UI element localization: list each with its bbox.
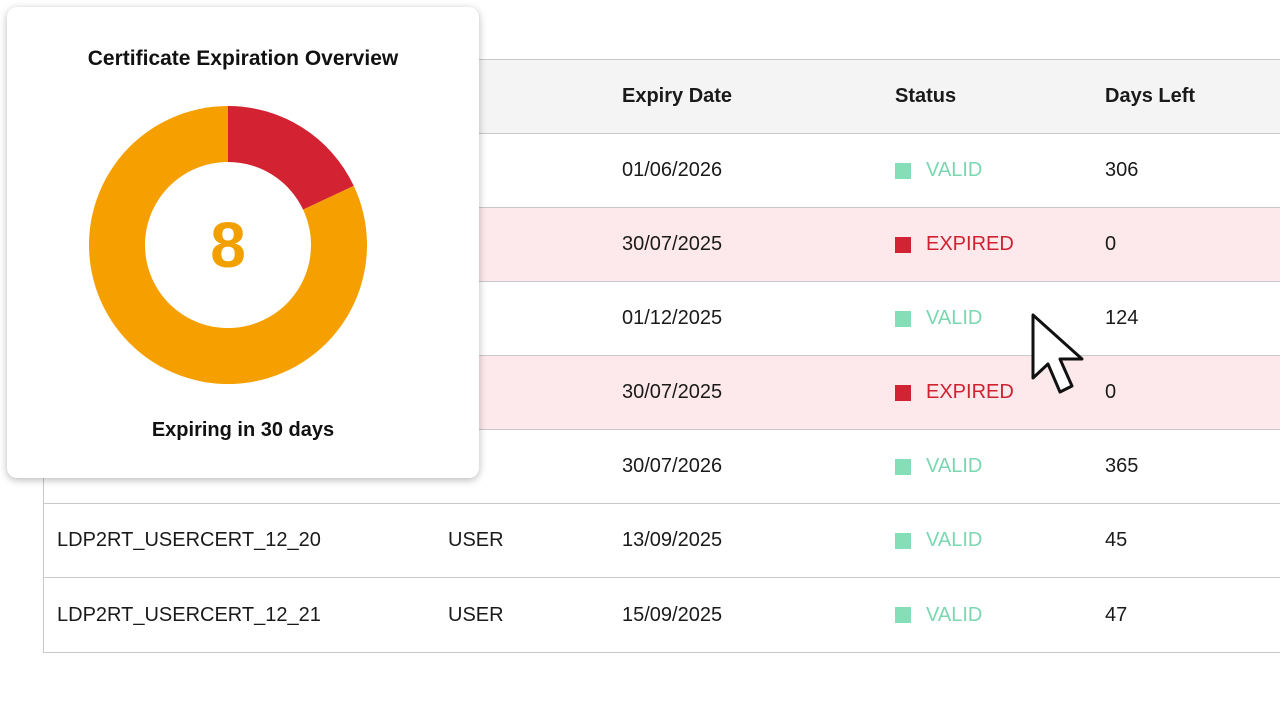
cert-expiry-date: 01/12/2025: [622, 307, 723, 329]
status-badge: VALID: [895, 504, 982, 577]
status-label: VALID: [926, 307, 983, 329]
status-badge: EXPIRED: [895, 356, 1014, 429]
status-square-icon: [895, 532, 911, 549]
cert-expiry-date: 13/09/2025: [622, 529, 723, 551]
table-row[interactable]: LDP2RT_USERCERT_12_21 USER 15/09/2025 47 VAL…: [44, 578, 1280, 652]
status-square-icon: [895, 458, 911, 475]
status-square-icon: [895, 310, 911, 327]
cert-days-left: 47: [1105, 603, 1128, 626]
certificate-expiration-card: Certificate Expiration Overview 8 Expiri…: [7, 7, 479, 478]
status-label: EXPIRED: [926, 381, 1014, 403]
cert-days-left: 45: [1105, 529, 1128, 551]
chart-title: Certificate Expiration Overview: [87, 47, 399, 70]
status-square-icon: [895, 607, 911, 623]
expiration-donut-chart[interactable]: [89, 106, 367, 384]
chart-caption: Expiring in 30 days: [151, 419, 335, 441]
table-row[interactable]: LDP2RT_USERCERT_12_20 USER 13/09/2025 45 VAL…: [44, 504, 1280, 578]
status-label: VALID: [926, 603, 983, 626]
status-badge: VALID: [895, 430, 982, 503]
status-badge: VALID: [895, 134, 982, 207]
cert-name: LDP2RT_USERCERT_12_20: [57, 529, 321, 551]
status-badge: EXPIRED: [895, 208, 1014, 281]
cert-days-left: 365: [1105, 455, 1139, 477]
cert-days-left: 0: [1105, 233, 1117, 255]
status-label: VALID: [926, 455, 983, 477]
header-expiry-date[interactable]: Expiry Date: [622, 60, 732, 133]
cert-expiry-date: 01/06/2026: [622, 159, 723, 181]
cert-type: USER: [448, 603, 504, 626]
status-square-icon: [895, 162, 911, 179]
cert-name: LDP2RT_USERCERT_12_21: [57, 603, 321, 626]
donut-slice-0[interactable]: [228, 106, 354, 210]
cert-expiry-date: 30/07/2025: [622, 381, 723, 403]
cert-days-left: 0: [1105, 381, 1117, 403]
status-square-icon: [895, 384, 911, 401]
cert-days-left: 306: [1105, 159, 1139, 181]
status-label: VALID: [926, 529, 983, 551]
cert-expiry-date: 30/07/2026: [622, 455, 723, 477]
status-badge: VALID: [895, 282, 982, 355]
status-label: VALID: [926, 159, 983, 181]
status-label: EXPIRED: [926, 233, 1014, 255]
status-badge: VALID: [895, 578, 982, 652]
mouse-pointer-icon: [1031, 313, 1084, 394]
cert-type: USER: [448, 529, 504, 551]
cert-expiry-date: 15/09/2025: [622, 603, 723, 626]
status-square-icon: [895, 236, 911, 253]
cert-days-left: 124: [1105, 307, 1139, 329]
header-status[interactable]: Status: [895, 60, 956, 133]
cert-expiry-date: 30/07/2025: [622, 233, 723, 255]
header-days-left[interactable]: Days Left: [1105, 60, 1195, 133]
